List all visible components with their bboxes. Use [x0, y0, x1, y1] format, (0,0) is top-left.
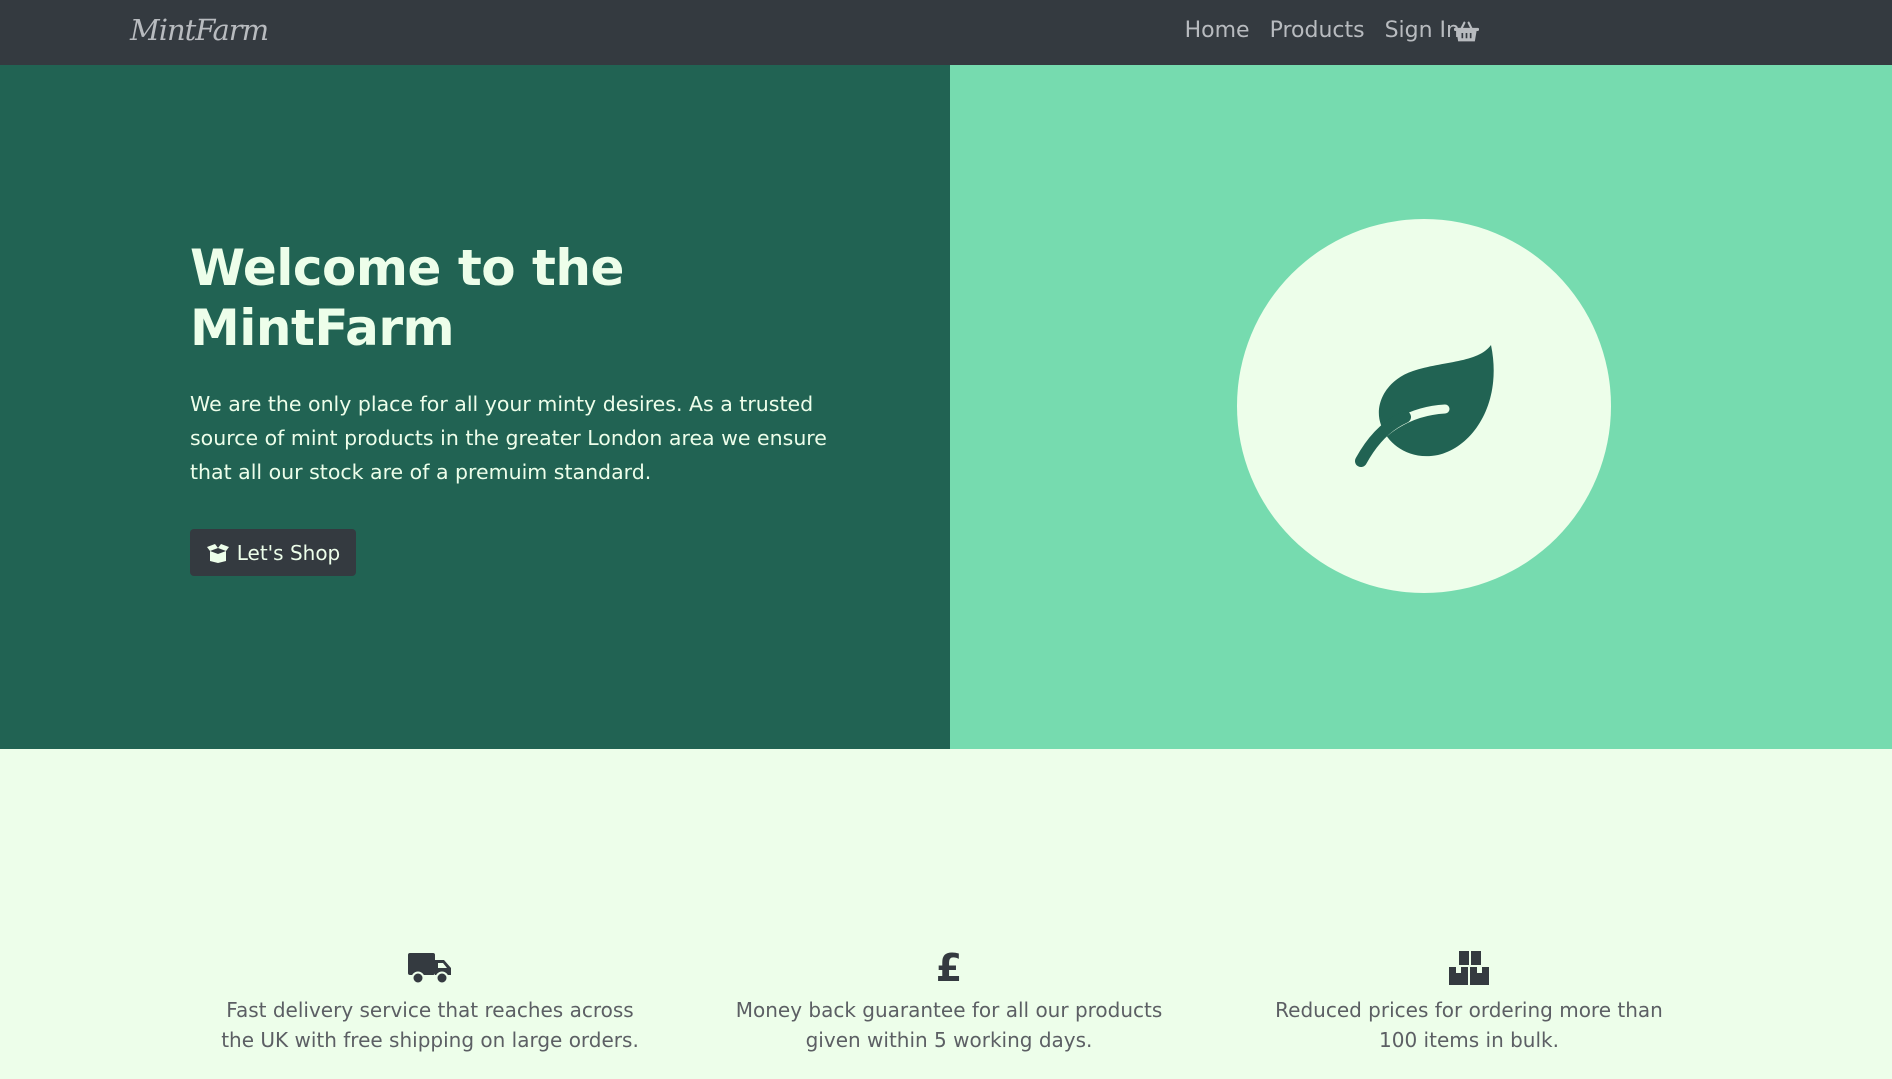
- hero-right-panel: [950, 65, 1892, 749]
- lets-shop-button[interactable]: Let's Shop: [190, 529, 356, 576]
- features-section: Fast delivery service that reaches acros…: [0, 749, 1892, 1079]
- feature-bulk-text: Reduced prices for ordering more than 10…: [1275, 998, 1663, 1052]
- shopping-basket-icon[interactable]: [1454, 20, 1479, 44]
- pound-sign-icon: £: [935, 946, 963, 990]
- hero-description: We are the only place for all your minty…: [190, 392, 827, 484]
- lets-shop-label: Let's Shop: [236, 540, 341, 565]
- nav-link-home[interactable]: Home: [1185, 18, 1250, 43]
- hero-title: Welcome to the MintFarm: [190, 239, 624, 357]
- boxes-icon: [1449, 951, 1489, 985]
- leaf-circle: [1237, 219, 1611, 593]
- nav-links: Home Products Sign In: [1185, 18, 1460, 43]
- feature-delivery-text: Fast delivery service that reaches acros…: [221, 998, 639, 1052]
- feature-bulk: Reduced prices for ordering more than 10…: [1254, 949, 1684, 1055]
- truck-icon: [408, 953, 451, 985]
- feature-delivery: Fast delivery service that reaches acros…: [215, 949, 645, 1055]
- hero-left-panel: Welcome to the MintFarm We are the only …: [0, 65, 950, 749]
- open-box-icon: [206, 543, 229, 563]
- nav-link-sign-in[interactable]: Sign In: [1385, 18, 1460, 43]
- brand-logo[interactable]: MintFarm: [130, 13, 269, 47]
- feature-guarantee-text: Money back guarantee for all our product…: [735, 998, 1163, 1052]
- feature-guarantee: £ Money back guarantee for all our produ…: [734, 949, 1164, 1055]
- leaf-icon: [1355, 345, 1494, 467]
- nav-link-products[interactable]: Products: [1270, 18, 1365, 43]
- navbar: MintFarm Home Products Sign In: [0, 0, 1892, 65]
- hero-section: Welcome to the MintFarm We are the only …: [0, 65, 1892, 749]
